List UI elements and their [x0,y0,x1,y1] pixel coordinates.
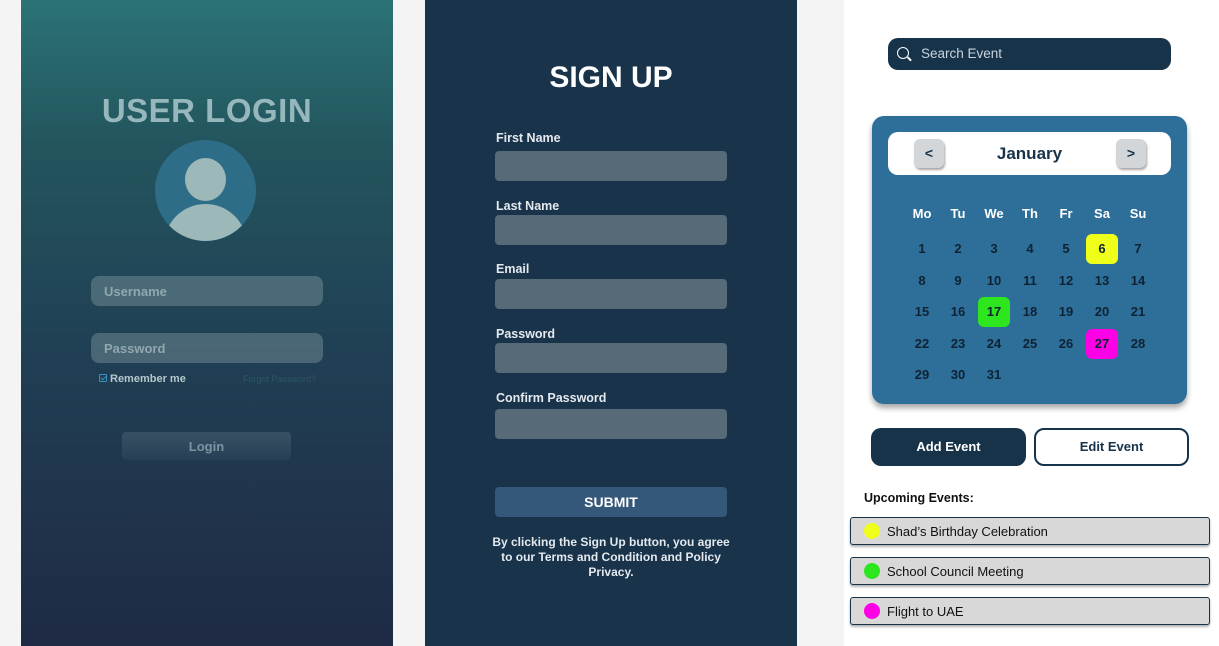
weekday-label: Mo [912,206,932,221]
calendar-day[interactable]: 15 [906,297,938,327]
password-label: Password [496,327,556,341]
first-name-input[interactable] [495,151,727,181]
calendar-day[interactable]: 19 [1050,297,1082,327]
user-avatar-icon [155,140,256,241]
event-color-dot-icon [864,563,880,579]
calendar-day[interactable]: 18 [1014,297,1046,327]
first-name-label: First Name [496,131,561,145]
calendar-day[interactable]: 27 [1086,329,1118,359]
calendar-day[interactable]: 13 [1086,266,1118,296]
weekday-label: Tu [950,206,966,221]
calendar-day[interactable]: 17 [978,297,1010,327]
calendar-day[interactable]: 8 [906,266,938,296]
calendar-day[interactable]: 31 [978,360,1010,390]
calendar-day[interactable]: 24 [978,329,1010,359]
calendar-day[interactable]: 29 [906,360,938,390]
event-color-dot-icon [864,523,880,539]
calendar-day[interactable]: 2 [942,234,974,264]
login-button[interactable]: Login [122,432,291,460]
checkbox-icon[interactable] [99,374,107,382]
confirm-password-input[interactable] [495,409,727,439]
username-input[interactable]: Username [91,276,323,306]
remember-me-checkbox[interactable]: Remember me [99,373,186,385]
remember-me-label: Remember me [110,373,186,385]
calendar-day[interactable]: 12 [1050,266,1082,296]
calendar-day[interactable]: 11 [1014,266,1046,296]
calendar-day[interactable]: 3 [978,234,1010,264]
calendar-day[interactable]: 16 [942,297,974,327]
calendar-day[interactable]: 1 [906,234,938,264]
terms-text: By clicking the Sign Up button, you agre… [492,535,730,579]
event-name: School Council Meeting [887,564,1024,579]
forgot-password-link[interactable]: Forgot Password? [243,374,316,384]
calendar-day[interactable]: 28 [1122,329,1154,359]
calendar-day[interactable]: 25 [1014,329,1046,359]
calendar-day[interactable]: 5 [1050,234,1082,264]
avatar-body [164,204,247,241]
calendar-card: < January > Mo Tu We Th Fr Sa Su 1 2 3 4 5 6 7 8 9 10 11… [872,116,1187,404]
weekday-label: Th [1022,206,1038,221]
event-color-dot-icon [864,603,880,619]
month-header: < January > [888,132,1171,175]
calendar-day[interactable]: 7 [1122,234,1154,264]
event-item[interactable]: Shad’s Birthday Celebration [850,517,1210,545]
password-input[interactable]: Password [91,333,323,363]
search-input[interactable]: Search Event [888,38,1171,70]
calendar-day[interactable]: 9 [942,266,974,296]
login-title: USER LOGIN [101,92,313,129]
login-panel: USER LOGIN Username Password Remember me… [21,0,393,646]
submit-button[interactable]: SUBMIT [495,487,727,517]
calendar-day[interactable]: 6 [1086,234,1118,264]
signup-panel: SIGN UP First Name Last Name Email Passw… [425,0,797,646]
avatar-head [185,158,226,201]
confirm-password-label: Confirm Password [496,391,607,405]
weekday-label: Sa [1094,206,1110,221]
calendar-day[interactable]: 14 [1122,266,1154,296]
next-month-button[interactable]: > [1116,139,1146,168]
search-placeholder: Search Event [921,46,1003,61]
last-name-input[interactable] [495,215,727,245]
weekday-label: Su [1129,206,1147,221]
event-name: Shad’s Birthday Celebration [887,524,1048,539]
calendar-day[interactable]: 26 [1050,329,1082,359]
event-item[interactable]: School Council Meeting [850,557,1210,585]
calendar-day[interactable]: 21 [1122,297,1154,327]
event-name: Flight to UAE [887,604,964,619]
calendar-day[interactable]: 4 [1014,234,1046,264]
calendar-day[interactable]: 10 [978,266,1010,296]
weekday-label: Fr [1059,206,1073,221]
signup-title: SIGN UP [549,61,673,94]
calendar-day[interactable]: 20 [1086,297,1118,327]
email-label: Email [496,262,530,276]
event-item[interactable]: Flight to UAE [850,597,1210,625]
calendar-day[interactable]: 23 [942,329,974,359]
upcoming-events-heading: Upcoming Events: [864,491,974,505]
weekday-label: We [984,206,1004,221]
add-event-button[interactable]: Add Event [871,428,1026,466]
edit-event-button[interactable]: Edit Event [1034,428,1189,466]
email-input[interactable] [495,279,727,309]
password-input[interactable] [495,343,727,373]
calendar-panel: Search Event < January > Mo Tu We Th Fr Sa Su … [844,0,1219,646]
search-icon [897,47,909,59]
calendar-day[interactable]: 22 [906,329,938,359]
last-name-label: Last Name [496,199,560,213]
calendar-day[interactable]: 30 [942,360,974,390]
